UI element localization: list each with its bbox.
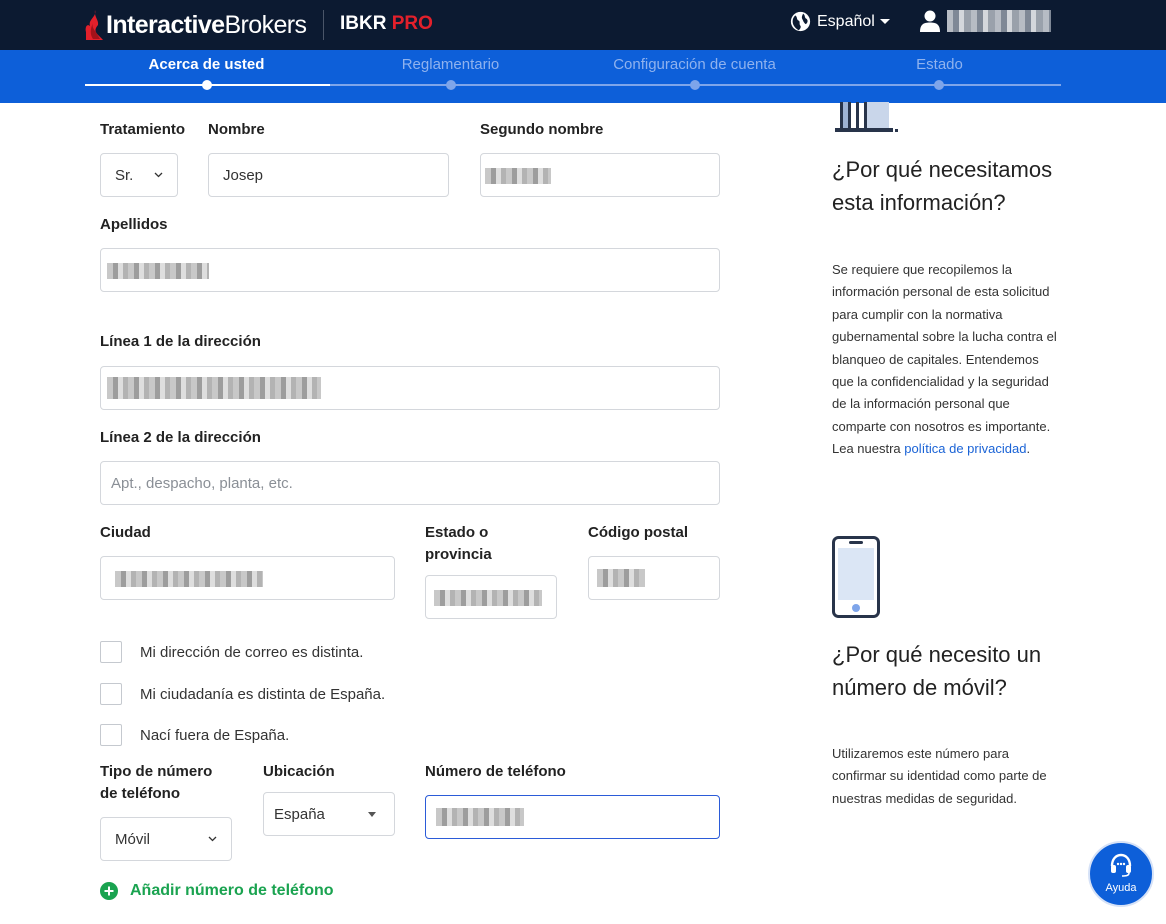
last-name-input[interactable]: [100, 248, 720, 292]
address1-input[interactable]: [100, 366, 720, 410]
postal-code-input[interactable]: [588, 556, 720, 600]
checkbox-box[interactable]: [100, 641, 122, 663]
middle-name-label: Segundo nombre: [480, 121, 604, 138]
language-label: Español: [817, 12, 875, 30]
why-info-title: ¿Por qué necesitamos esta información?: [832, 157, 1053, 215]
phone-number-redacted: [436, 808, 524, 826]
step-dot-2: [446, 80, 456, 90]
location-label: Ubicación: [263, 763, 335, 780]
building-icon: [835, 102, 898, 132]
phone-number-label: Número de teléfono: [425, 763, 566, 780]
plus-circle-icon: [100, 882, 118, 900]
city-input[interactable]: [100, 556, 395, 600]
add-phone-label: Añadir número de teléfono: [130, 882, 334, 899]
checkbox-label: Mi ciudadanía es distinta de España.: [140, 685, 386, 703]
city-label: Ciudad: [100, 524, 151, 541]
checkbox-label: Nací fuera de España.: [140, 726, 290, 744]
salutation-value: Sr.: [115, 166, 134, 184]
checkbox-box[interactable]: [100, 724, 122, 746]
location-select[interactable]: España: [263, 792, 395, 836]
top-bar: InteractiveBrokers IBKR PRO Español: [0, 0, 1166, 50]
checkbox-mailing-address[interactable]: Mi dirección de correo es distinta.: [100, 641, 363, 663]
step-dot-3: [690, 80, 700, 90]
step-regulatory[interactable]: Reglamentario: [328, 56, 573, 73]
last-name-redacted: [107, 263, 209, 279]
help-label: Ayuda: [1105, 882, 1137, 894]
why-mobile-title: ¿Por qué necesito un número de móvil?: [832, 642, 1042, 700]
salutation-label: Tratamiento: [100, 121, 186, 138]
chevron-down-icon: [208, 836, 217, 842]
first-name-input[interactable]: [208, 153, 449, 197]
middle-name-redacted: [485, 168, 551, 184]
postal-code-redacted: [597, 569, 645, 587]
phone-icon: [832, 536, 880, 618]
state-input[interactable]: [425, 575, 557, 619]
middle-name-input[interactable]: [480, 153, 720, 197]
address1-redacted: [107, 377, 321, 399]
step-about-you[interactable]: Acerca de usted: [84, 56, 329, 73]
user-icon: [920, 10, 940, 32]
first-name-label: Nombre: [208, 121, 265, 138]
state-redacted: [434, 590, 542, 606]
phone-type-value: Móvil: [115, 830, 151, 848]
phone-type-label: Tipo de número de teléfono: [100, 763, 213, 802]
brand-logo[interactable]: InteractiveBrokers: [84, 7, 307, 43]
headset-icon: [1110, 853, 1132, 877]
checkbox-label: Mi dirección de correo es distinta.: [140, 643, 364, 661]
product-name: IBKR PRO: [340, 13, 433, 34]
step-account-config[interactable]: Configuración de cuenta: [572, 56, 817, 73]
user-menu[interactable]: [920, 10, 1051, 32]
triangle-down-icon: [368, 811, 376, 817]
state-label: Estado o provincia: [425, 524, 492, 563]
phone-type-select[interactable]: Móvil: [100, 817, 232, 861]
address1-label: Línea 1 de la dirección: [100, 333, 261, 350]
logo-divider: [323, 10, 324, 40]
last-name-label: Apellidos: [100, 216, 168, 233]
checkbox-box[interactable]: [100, 683, 122, 705]
location-value: España: [274, 805, 325, 823]
checkbox-born-abroad[interactable]: Nací fuera de España.: [100, 724, 289, 746]
step-dot-4: [934, 80, 944, 90]
help-button[interactable]: Ayuda: [1088, 841, 1154, 907]
address2-input[interactable]: [100, 461, 720, 505]
address2-label: Línea 2 de la dirección: [100, 429, 261, 446]
flame-logo-icon: [85, 10, 103, 40]
step-status[interactable]: Estado: [817, 56, 1062, 73]
city-redacted: [115, 571, 263, 587]
privacy-policy-link[interactable]: política de privacidad: [904, 441, 1026, 456]
username-redacted: [947, 10, 1051, 32]
caret-down-icon: [879, 19, 890, 24]
progress-stepper: Acerca de usted Reglamentario Configurac…: [0, 50, 1166, 103]
language-selector[interactable]: Español: [790, 11, 890, 32]
chevron-down-icon: [154, 172, 163, 178]
step-dot-1: [202, 80, 212, 90]
postal-code-label: Código postal: [588, 524, 688, 541]
add-phone-button[interactable]: Añadir número de teléfono: [100, 882, 334, 900]
phone-number-input[interactable]: [425, 795, 720, 839]
salutation-select[interactable]: Sr.: [100, 153, 178, 197]
why-info-body: Se requiere que recopilemos la informaci…: [832, 262, 1057, 457]
globe-icon: [790, 11, 811, 32]
why-mobile-body: Utilizaremos este número para confirmar …: [832, 746, 1047, 806]
checkbox-citizenship[interactable]: Mi ciudadanía es distinta de España.: [100, 683, 385, 705]
brand-name: InteractiveBrokers: [106, 10, 307, 39]
